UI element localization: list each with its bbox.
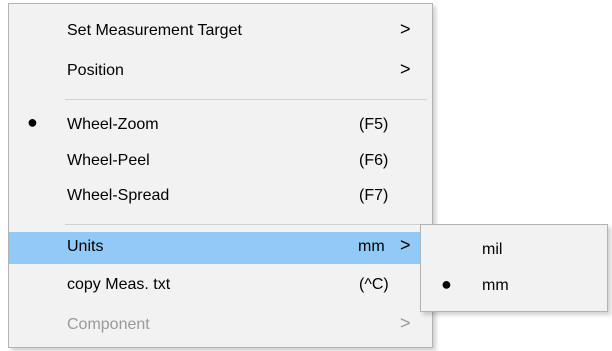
units-current-value: mm: [358, 238, 385, 255]
menu-item-label: Wheel-Peel: [67, 152, 150, 169]
menu-item-copy-meas-txt[interactable]: copy Meas. txt (^C): [9, 270, 432, 302]
radio-bullet-icon: ●: [441, 274, 452, 294]
menu-item-label: Units: [67, 238, 104, 255]
menu-item-label: Wheel-Spread: [67, 187, 170, 204]
menu-item-wheel-peel[interactable]: Wheel-Peel (F6): [9, 146, 432, 178]
menu-item-position[interactable]: Position >: [9, 56, 432, 88]
submenu-item-label: mil: [482, 241, 503, 258]
menu-item-shortcut: (F7): [359, 187, 389, 204]
menu-item-wheel-spread[interactable]: Wheel-Spread (F7): [9, 181, 432, 213]
menu-item-label: Wheel-Zoom: [67, 116, 159, 133]
menu-item-label: Component: [67, 316, 150, 333]
menu-item-component: Component >: [9, 310, 432, 342]
chevron-right-icon: >: [400, 235, 411, 255]
chevron-right-icon: >: [400, 59, 411, 79]
menu-item-units[interactable]: Units mm >: [9, 232, 432, 264]
radio-bullet-icon: ●: [27, 112, 38, 132]
menu-item-wheel-zoom[interactable]: ● Wheel-Zoom (F5): [9, 110, 432, 142]
submenu-item-mil[interactable]: mil: [421, 234, 607, 268]
menu-separator: [65, 224, 427, 225]
menu-item-shortcut: (F6): [359, 152, 389, 169]
menu-item-label: copy Meas. txt: [67, 276, 171, 293]
menu-item-label: Set Measurement Target: [67, 22, 242, 39]
menu-item-shortcut: (^C): [359, 276, 389, 293]
menu-item-label: Position: [67, 62, 124, 79]
submenu-item-mm[interactable]: ● mm: [421, 270, 607, 304]
submenu-item-label: mm: [482, 277, 509, 294]
chevron-right-icon: >: [400, 313, 411, 333]
menu-item-set-measurement-target[interactable]: Set Measurement Target >: [9, 16, 432, 48]
units-submenu: mil ● mm: [420, 224, 608, 312]
context-menu: Set Measurement Target > Position > ● Wh…: [8, 3, 433, 348]
menu-item-shortcut: (F5): [359, 116, 389, 133]
menu-separator: [65, 99, 427, 100]
chevron-right-icon: >: [400, 19, 411, 39]
